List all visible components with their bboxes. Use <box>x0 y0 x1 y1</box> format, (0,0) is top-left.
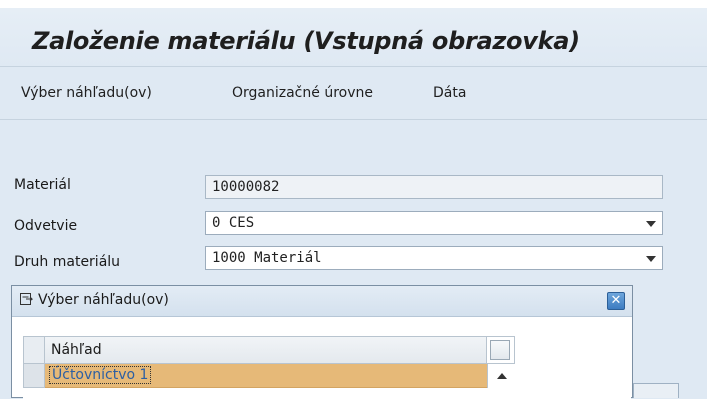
material-type-value: 1000 Materiál <box>212 250 322 266</box>
scroll-up-icon[interactable] <box>497 373 507 379</box>
table-settings-button[interactable] <box>490 340 510 360</box>
vertical-scrollbar[interactable] <box>487 364 515 388</box>
select-views-button[interactable]: Výber náhľadu(ov) <box>21 85 152 101</box>
background-button[interactable] <box>633 383 679 398</box>
industry-label: Odvetvie <box>14 218 78 234</box>
views-table: Náhľad Účtovníctvo 1 <box>23 336 631 399</box>
row-label: Účtovníctvo 1 <box>49 366 152 384</box>
industry-value: 0 CES <box>212 215 255 231</box>
dialog-title: Výber náhľadu(ov) <box>38 292 169 308</box>
column-header-view[interactable]: Náhľad <box>45 336 487 364</box>
close-icon[interactable]: ✕ <box>607 292 625 310</box>
material-type-select[interactable]: 1000 Materiál <box>205 246 663 270</box>
page-title: Založenie materiálu (Vstupná obrazovka) <box>32 27 580 55</box>
top-strip <box>0 0 707 8</box>
row-selector[interactable] <box>23 364 45 388</box>
table-row[interactable]: Účtovníctvo 1 <box>45 364 487 388</box>
org-levels-button[interactable]: Organizačné úrovne <box>232 85 373 101</box>
dialog-header: Výber náhľadu(ov) ✕ <box>12 286 632 317</box>
material-field[interactable]: 10000082 <box>205 175 663 199</box>
data-button[interactable]: Dáta <box>433 85 466 101</box>
material-type-label: Druh materiálu <box>14 254 121 270</box>
material-label: Materiál <box>14 177 71 193</box>
select-all-cell[interactable] <box>23 336 45 364</box>
select-views-dialog: Výber náhľadu(ov) ✕ Náhľad Účtovníctvo 1 <box>11 285 633 399</box>
chevron-down-icon[interactable] <box>646 221 656 227</box>
title-bar: Založenie materiálu (Vstupná obrazovka) <box>0 8 707 67</box>
dialog-window-icon <box>20 293 33 305</box>
application-toolbar: Výber náhľadu(ov) Organizačné úrovne Dát… <box>0 67 707 120</box>
chevron-down-icon[interactable] <box>646 256 656 262</box>
column-config-cell <box>487 336 515 364</box>
industry-select[interactable]: 0 CES <box>205 211 663 235</box>
